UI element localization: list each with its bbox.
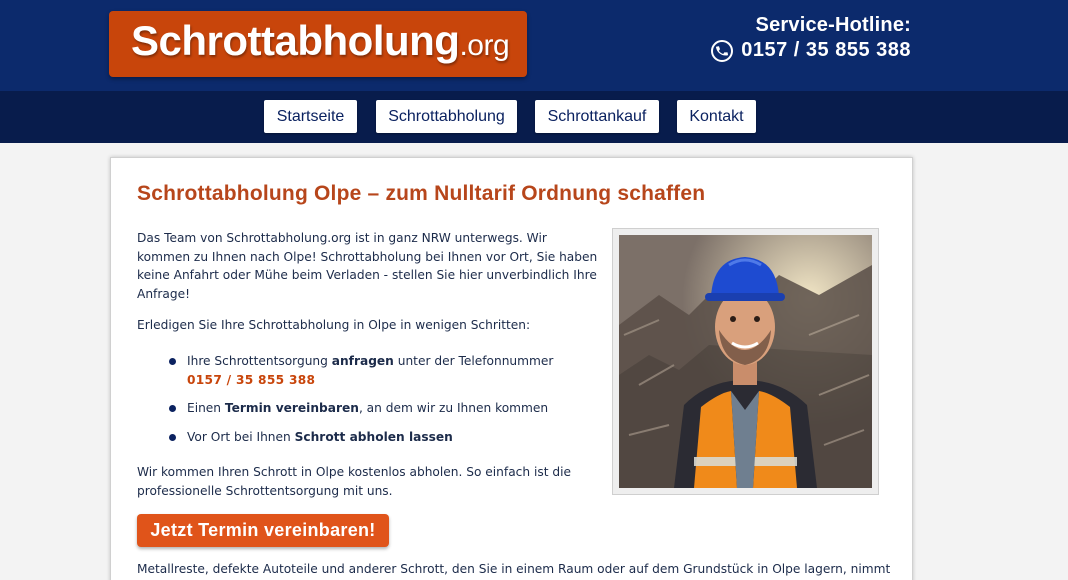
list-item: Vor Ort bei Ihnen Schrott abholen lassen: [169, 428, 589, 447]
site-logo[interactable]: Schrottabholung.org: [109, 11, 527, 77]
logo-tld-text: .org: [459, 29, 510, 62]
step-bold: Schrott abholen lassen: [294, 429, 453, 444]
worker-photo: [619, 235, 872, 488]
bottom-paragraph: Metallreste, defekte Autoteile und ander…: [137, 562, 891, 576]
step-bold: anfragen: [331, 354, 394, 368]
list-item: Einen Termin vereinbaren, an dem wir zu …: [169, 399, 589, 418]
list-item: Ihre Schrottentsorgung anfragen unter de…: [169, 352, 589, 389]
step-bold: Termin vereinbaren: [224, 401, 359, 415]
hotline-label: Service-Hotline:: [755, 14, 911, 36]
step-text: Einen: [187, 401, 225, 415]
step-text: Vor Ort bei Ihnen: [187, 429, 295, 444]
logo-main-text: Schrottabholung: [131, 17, 460, 64]
steps-intro: Erledigen Sie Ihre Schrottabholung in Ol…: [137, 318, 531, 332]
nav-item-kontakt[interactable]: Kontakt: [677, 100, 756, 133]
hotline-number-row[interactable]: 0157 / 35 855 388: [711, 39, 911, 62]
hotline-number: 0157 / 35 855 388: [741, 39, 911, 61]
nav-item-schrottabholung[interactable]: Schrottabholung: [376, 100, 517, 133]
nav-item-schrottankauf[interactable]: Schrottankauf: [535, 100, 659, 133]
logo-text: Schrottabholung.org: [131, 17, 510, 65]
nav-item-startseite[interactable]: Startseite: [264, 100, 357, 133]
step-text: unter der Telefonnummer: [393, 354, 554, 368]
steps-list: Ihre Schrottentsorgung anfragen unter de…: [169, 352, 589, 456]
step-text: Ihre Schrottentsorgung: [187, 354, 332, 368]
main-navigation: Startseite Schrottabholung Schrottankauf…: [0, 91, 1068, 143]
site-header: Schrottabholung.org Service-Hotline: 015…: [0, 0, 1068, 91]
main-content: Schrottabholung Olpe – zum Nulltarif Ord…: [110, 157, 913, 580]
cta-button[interactable]: Jetzt Termin vereinbaren!: [137, 514, 389, 547]
phone-link[interactable]: 0157 / 35 855 388: [187, 373, 315, 387]
intro-paragraph: Das Team von Schrottabholung.org ist in …: [137, 231, 598, 301]
service-hotline: Service-Hotline: 0157 / 35 855 388: [711, 14, 911, 62]
page-title: Schrottabholung Olpe – zum Nulltarif Ord…: [137, 182, 706, 205]
closing-paragraph: Wir kommen Ihren Schrott in Olpe kostenl…: [137, 465, 571, 498]
step-text: , an dem wir zu Ihnen kommen: [358, 401, 549, 415]
phone-icon: [711, 39, 734, 62]
photo-frame: [612, 228, 879, 495]
